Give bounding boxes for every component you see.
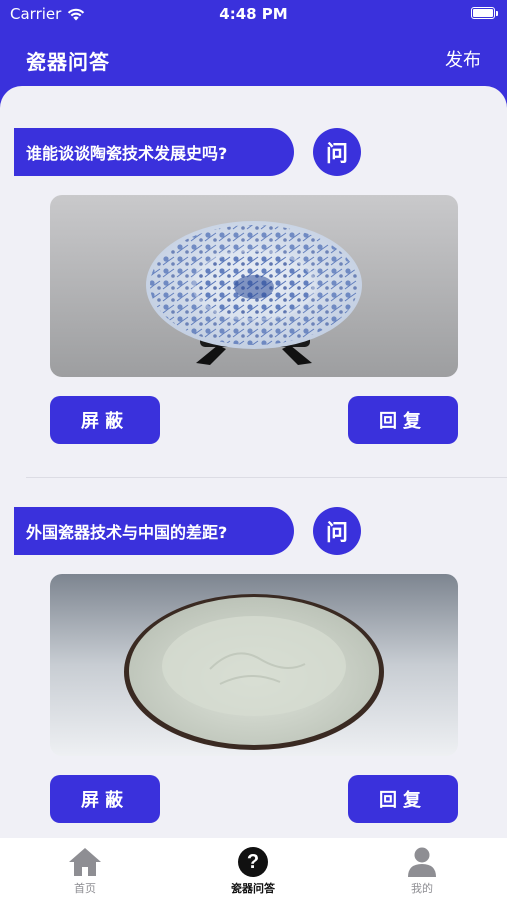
block-button[interactable]: 屏蔽	[50, 775, 160, 823]
person-icon	[408, 847, 436, 877]
tab-mine-label: 我的	[411, 882, 433, 895]
tab-mine[interactable]: 我的	[362, 846, 482, 896]
question-list[interactable]: 谁能谈谈陶瓷技术发展史吗? 问 屏蔽 回复 外国瓷器技术与中国的差距? 问 屏蔽…	[0, 86, 507, 838]
tab-bar: 首页 ? 瓷器问答 我的	[0, 838, 507, 900]
reply-button[interactable]: 回复	[348, 396, 458, 444]
divider	[26, 477, 507, 478]
question-card: 谁能谈谈陶瓷技术发展史吗? 问 屏蔽 回复	[0, 128, 507, 448]
question-text: 外国瓷器技术与中国的差距?	[14, 507, 294, 555]
tab-porcelain-qa-label: 瓷器问答	[231, 882, 275, 895]
question-icon: ?	[238, 847, 268, 877]
reply-button[interactable]: 回复	[348, 775, 458, 823]
home-icon	[69, 848, 101, 876]
page-title: 瓷器问答	[26, 50, 110, 74]
status-bar: Carrier 4:48 PM	[0, 0, 507, 28]
publish-button[interactable]: 发布	[445, 46, 481, 72]
tab-porcelain-qa[interactable]: ? 瓷器问答	[193, 846, 313, 896]
question-image	[50, 574, 458, 756]
ask-badge: 问	[313, 128, 361, 176]
celadon-white-porcelain-dish-image	[50, 574, 458, 756]
svg-text:?: ?	[247, 851, 259, 873]
tab-home-label: 首页	[74, 882, 96, 895]
question-card: 外国瓷器技术与中国的差距? 问 屏蔽 回复	[0, 507, 507, 827]
question-text: 谁能谈谈陶瓷技术发展史吗?	[14, 128, 294, 176]
nav-bar: 瓷器问答 发布	[0, 28, 507, 88]
block-button[interactable]: 屏蔽	[50, 396, 160, 444]
question-image	[50, 195, 458, 377]
clock: 4:48 PM	[219, 5, 288, 23]
ask-badge: 问	[313, 507, 361, 555]
tab-home[interactable]: 首页	[25, 846, 145, 896]
blue-and-white-porcelain-plate-image	[50, 195, 458, 377]
battery-icon	[471, 7, 498, 19]
